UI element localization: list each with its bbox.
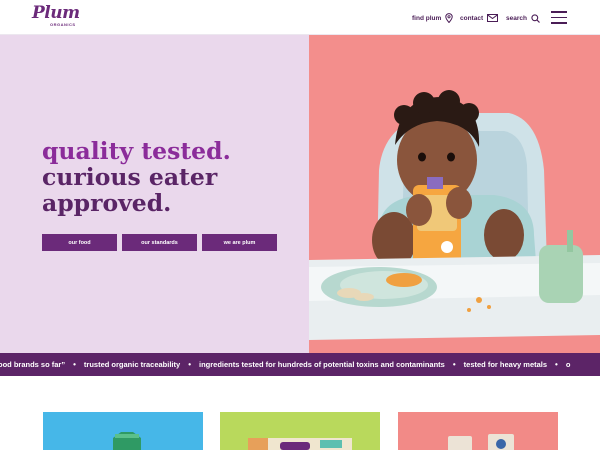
box-product-image	[248, 438, 352, 450]
hero-photo	[309, 35, 600, 353]
nav-contact-label: contact	[460, 14, 484, 22]
plum-logo[interactable]: Plum ORGANICS	[32, 3, 88, 29]
location-pin-icon	[445, 13, 453, 23]
nav-find-plum-label: find plum	[412, 14, 442, 22]
ticker-bullet-icon: •	[188, 360, 191, 369]
search-icon	[531, 13, 540, 23]
product-card[interactable]	[398, 412, 558, 450]
hamburger-menu-icon[interactable]	[551, 11, 567, 24]
hero-headline: quality tested. curious eater approved.	[42, 138, 231, 216]
ticker-item: trusted organic traceability	[83, 360, 181, 369]
product-card[interactable]	[43, 412, 203, 450]
ticker-item: o	[565, 360, 571, 369]
logo-subtext: ORGANICS	[50, 22, 76, 27]
pouch-product-image	[113, 432, 141, 450]
hero-headline-line-3: approved.	[42, 189, 172, 217]
envelope-icon	[487, 14, 499, 22]
ticker-bullet-icon: •	[452, 360, 456, 369]
hero-headline-line-2: curious eater	[42, 163, 218, 191]
nav-find-plum[interactable]: find plum	[412, 11, 453, 25]
our-food-button[interactable]: our food	[42, 234, 117, 251]
claims-ticker: ood brands so far” • trusted organic tra…	[0, 353, 600, 376]
nav-search-label: search	[506, 14, 527, 22]
logo-wordmark: Plum	[32, 3, 80, 23]
baby-in-high-chair-illustration	[309, 35, 600, 353]
ticker-item: tested for heavy metals	[463, 360, 548, 369]
nav-search[interactable]: search	[506, 11, 540, 25]
ticker-track: ood brands so far” • trusted organic tra…	[0, 353, 570, 376]
jar-product-image	[448, 434, 514, 450]
we-are-plum-button[interactable]: we are plum	[202, 234, 277, 251]
product-cards-section	[0, 376, 600, 450]
nav-contact[interactable]: contact	[460, 11, 499, 25]
ticker-bullet-icon: •	[73, 360, 76, 369]
hero-headline-line-1: quality tested.	[42, 137, 231, 165]
our-standards-button[interactable]: our standards	[122, 234, 197, 251]
site-header: Plum ORGANICS find plum contact search	[0, 0, 600, 35]
product-card[interactable]	[220, 412, 380, 450]
ticker-item: ood brands so far”	[0, 360, 66, 369]
ticker-bullet-icon: •	[555, 360, 558, 369]
ticker-item: ingredients tested for hundreds of poten…	[199, 360, 445, 369]
